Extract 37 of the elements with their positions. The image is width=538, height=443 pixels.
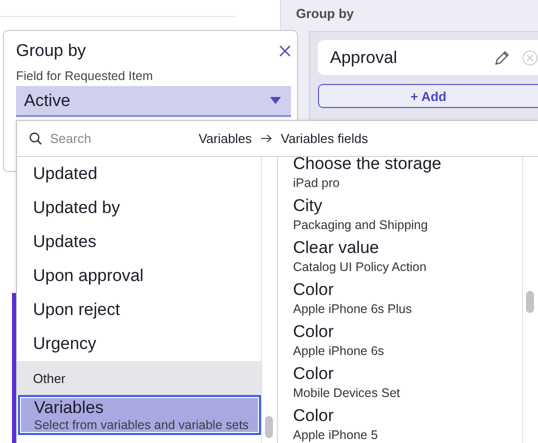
- edit-icon[interactable]: [494, 50, 510, 66]
- variable-name[interactable]: City: [293, 195, 522, 217]
- variable-name[interactable]: Color: [293, 405, 522, 427]
- search-icon: [29, 132, 42, 145]
- variable-source: Apple iPhone 6s Plus: [293, 301, 413, 318]
- variable-source: Packaging and Shipping: [293, 217, 429, 234]
- add-button[interactable]: + Add: [318, 84, 538, 108]
- field-option[interactable]: Updated: [17, 157, 261, 191]
- field-option[interactable]: Updates: [17, 225, 261, 259]
- group-header: Other: [17, 361, 261, 395]
- variable-source: Catalog UI Policy Action: [293, 259, 428, 276]
- variable-source: Mobile Devices Set: [293, 385, 401, 402]
- variable-name[interactable]: Choose the storage: [293, 157, 522, 175]
- arrow-right-icon: [260, 134, 272, 143]
- field-option[interactable]: Upon approval: [17, 259, 261, 293]
- breadcrumb-item[interactable]: Variables: [198, 131, 252, 146]
- variable-name[interactable]: Color: [293, 363, 522, 385]
- variable-name[interactable]: Clear value: [293, 237, 522, 259]
- variable-name[interactable]: Color: [293, 321, 522, 343]
- breadcrumb-item: Variables fields: [280, 131, 368, 146]
- popover-title: Group by: [16, 41, 86, 61]
- field-select[interactable]: Active: [16, 86, 291, 117]
- close-icon[interactable]: [279, 45, 291, 57]
- search-field[interactable]: Search Variables Variables fields: [17, 121, 538, 157]
- field-option[interactable]: Upon reject: [17, 293, 261, 327]
- group-label: Approval: [330, 48, 398, 68]
- variable-source: Apple iPhone 5: [293, 427, 379, 443]
- field-option[interactable]: Updated by: [17, 191, 261, 225]
- field-label: Field for Requested Item: [16, 69, 154, 83]
- remove-icon[interactable]: [522, 50, 538, 66]
- panel-title: Group by: [295, 5, 355, 23]
- variable-source: Apple iPhone 6s: [293, 343, 386, 360]
- field-option[interactable]: Urgency: [17, 327, 261, 361]
- variable-source: iPad pro: [293, 175, 341, 192]
- variable-name[interactable]: Color: [293, 279, 522, 301]
- field-option[interactable]: Variables Select from variables and variable sets: [18, 395, 261, 435]
- caret-icon: [270, 97, 281, 104]
